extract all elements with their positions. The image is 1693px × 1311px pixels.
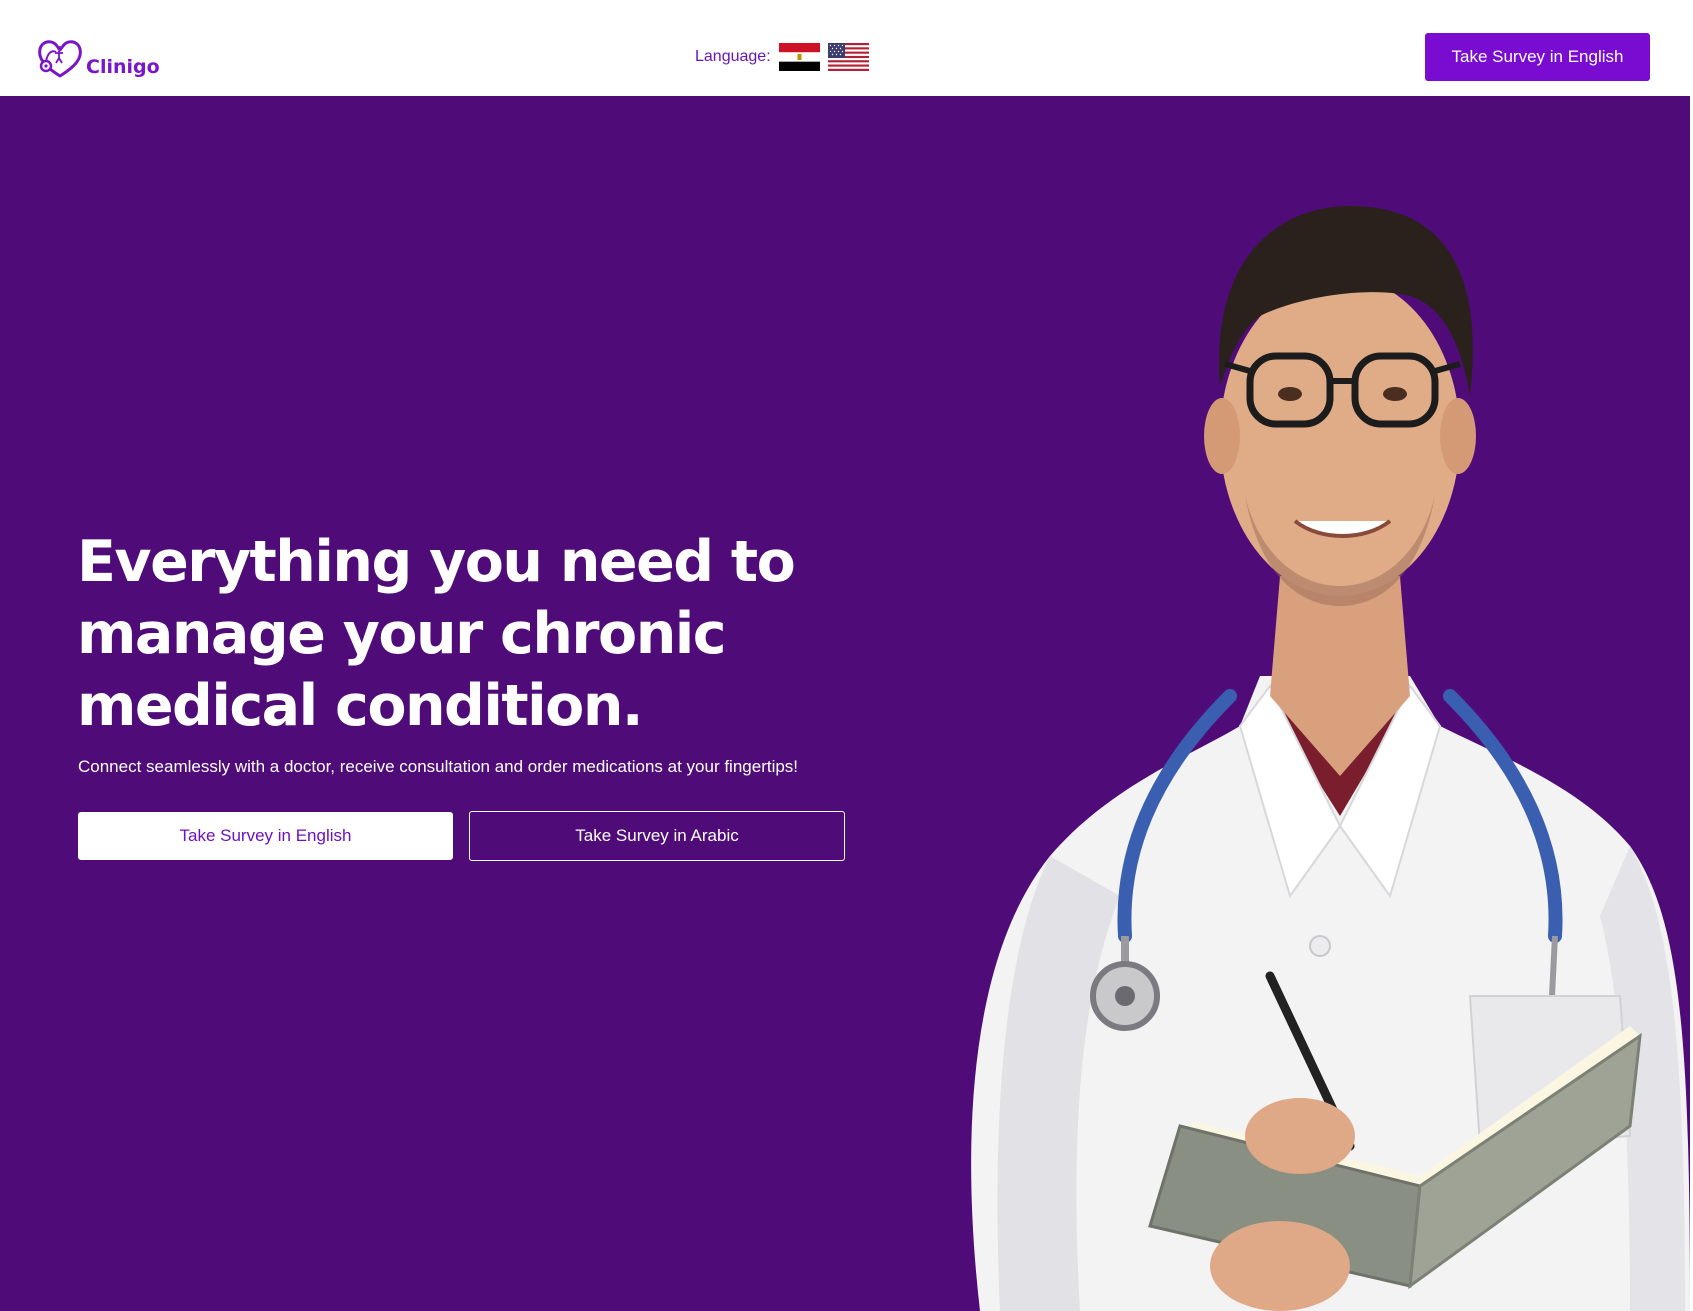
hero-subtext: Connect seamlessly with a doctor, receiv… xyxy=(78,757,799,776)
language-switcher: Language: xyxy=(695,43,869,71)
us-flag-icon[interactable] xyxy=(827,43,869,71)
take-survey-arabic-button[interactable]: Take Survey in Arabic xyxy=(469,811,845,861)
hero-section: Everything you need to manage your chron… xyxy=(0,96,1690,1311)
headline-line-1: Everything you need to xyxy=(77,529,796,595)
egypt-flag-icon[interactable] xyxy=(778,43,820,71)
brand-logo[interactable]: Clinigo xyxy=(36,36,160,80)
take-survey-english-button[interactable]: Take Survey in English xyxy=(78,812,453,860)
language-label: Language: xyxy=(695,48,771,65)
headline-line-2: manage your chronic xyxy=(77,601,727,667)
doctor-illustration xyxy=(971,206,1690,1311)
heart-stethoscope-logo-icon xyxy=(38,40,82,78)
landing-page: Clinigo Language: Take Survey in English… xyxy=(0,0,1693,1311)
brand-name: Clinigo xyxy=(86,56,160,78)
top-header: Clinigo Language: Take Survey in English xyxy=(0,0,1693,96)
headline-line-3: medical condition. xyxy=(77,673,644,739)
header-take-survey-english-button[interactable]: Take Survey in English xyxy=(1425,33,1650,81)
hero-headline: Everything you need to manage your chron… xyxy=(77,526,837,742)
